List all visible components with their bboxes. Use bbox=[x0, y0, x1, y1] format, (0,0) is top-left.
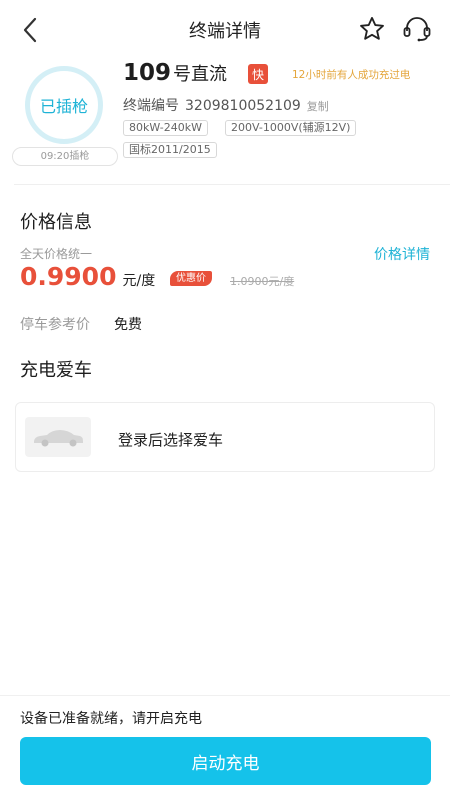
header-bar: 终端详情 bbox=[0, 0, 450, 58]
copy-button[interactable]: 复制 bbox=[307, 98, 329, 114]
voltage-tag: 200V-1000V(辅源12V) bbox=[225, 120, 357, 136]
ready-status-text: 设备已准备就绪，请开启充电 bbox=[20, 711, 202, 727]
star-outline-icon bbox=[360, 16, 384, 40]
plug-status-text: 已插枪 bbox=[39, 97, 88, 116]
car-icon bbox=[34, 430, 83, 447]
select-car-label: 登录后选择爱车 bbox=[118, 431, 224, 449]
terminal-number: 109 bbox=[123, 60, 172, 86]
customer-service-button[interactable] bbox=[400, 13, 434, 45]
fast-charge-badge: 快 bbox=[248, 64, 268, 84]
select-car-card[interactable]: 登录后选择爱车 bbox=[15, 402, 435, 472]
parking-fee-value: 免费 bbox=[114, 317, 142, 333]
favorite-button[interactable] bbox=[356, 13, 388, 45]
success-tip: 12小时前有人成功充过电 bbox=[292, 69, 411, 81]
terminal-code-value: 3209810052109 bbox=[185, 98, 301, 114]
discount-badge: 优惠价 bbox=[170, 271, 212, 286]
power-tag: 80kW-240kW bbox=[123, 120, 209, 136]
standard-tag: 国标2011/2015 bbox=[123, 142, 217, 158]
original-price: 1.0900元/度 bbox=[230, 275, 295, 288]
terminal-name: 109 号直流 bbox=[123, 60, 227, 86]
section-divider bbox=[14, 184, 450, 185]
plug-status-circle: 已插枪 bbox=[25, 66, 103, 144]
headset-icon bbox=[403, 17, 431, 42]
terminal-code-row: 终端编号 3209810052109 复制 bbox=[123, 95, 329, 115]
current-price: 0.9900 bbox=[20, 262, 117, 291]
parking-fee-label: 停车参考价 bbox=[20, 317, 90, 333]
unified-price-label: 全天价格统一 bbox=[20, 247, 93, 261]
price-row: 0.9900 元/度 bbox=[20, 262, 155, 291]
price-section-title: 价格信息 bbox=[20, 212, 92, 233]
price-unit: 元/度 bbox=[122, 273, 156, 289]
start-charging-button[interactable]: 启动充电 bbox=[20, 737, 431, 785]
terminal-code-label: 终端编号 bbox=[123, 98, 179, 114]
car-thumbnail bbox=[25, 417, 91, 457]
bottom-action-bar: 设备已准备就绪，请开启充电 启动充电 bbox=[0, 695, 450, 800]
terminal-type: 号直流 bbox=[173, 64, 228, 85]
car-section-title: 充电爱车 bbox=[20, 360, 92, 381]
plug-time-pill: 09:20插枪 bbox=[12, 147, 118, 166]
price-detail-link[interactable]: 价格详情 bbox=[374, 244, 430, 264]
